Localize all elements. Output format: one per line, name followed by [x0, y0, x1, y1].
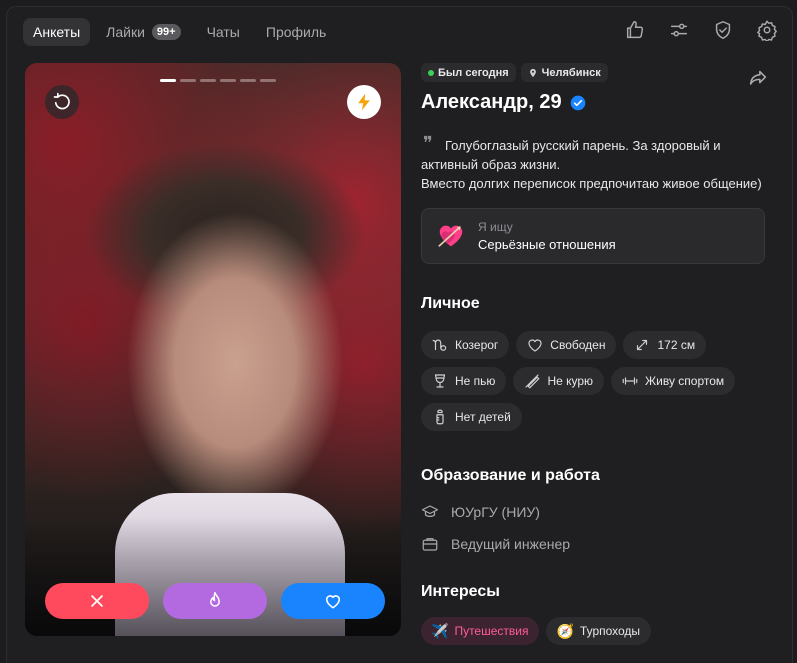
capricorn-icon	[432, 339, 447, 351]
profile-bio: ❞ Голубоглазый русский парень. За здоров…	[421, 133, 771, 193]
status-text: Был сегодня	[438, 66, 509, 79]
tab-profile[interactable]: Профиль	[256, 18, 336, 46]
pill-smoking: Не курю	[513, 367, 605, 395]
pill-height: 172 см	[623, 331, 707, 359]
dumbbell-icon	[622, 377, 638, 385]
heart-outline-icon	[528, 339, 542, 352]
section-title: Образование и работа	[421, 467, 600, 484]
pill-label: Козерог	[455, 338, 499, 352]
photo-dot[interactable]	[180, 79, 196, 82]
photo-dot[interactable]	[160, 79, 176, 82]
profile-name: Александр, 29	[421, 91, 771, 114]
pill-drinking: Не пью	[421, 367, 507, 395]
profile-info-panel: Был сегодня Челябинск Александр, 29 ❞ Го…	[421, 63, 771, 663]
heart-icon	[325, 595, 341, 609]
boost-button[interactable]	[347, 85, 381, 119]
tab-label: Лайки	[106, 24, 145, 40]
tab-ankety[interactable]: Анкеты	[23, 18, 91, 46]
city-text: Челябинск	[541, 66, 601, 79]
pill-label: Путешествия	[454, 624, 529, 638]
pill-label: Нет детей	[455, 410, 511, 424]
airplane-icon: ✈️	[431, 623, 449, 639]
photo-dot[interactable]	[220, 79, 236, 82]
gear-icon[interactable]	[756, 19, 778, 41]
quote-icon: ❞	[423, 133, 433, 154]
section-title: Интересы	[421, 583, 500, 600]
toolbar	[624, 19, 778, 41]
interest-travel[interactable]: ✈️ Путешествия	[421, 617, 540, 645]
thumbs-up-icon[interactable]	[624, 19, 646, 41]
online-dot-icon	[428, 69, 434, 76]
pill-relationship: Свободен	[516, 331, 617, 359]
share-arrow-icon	[749, 70, 767, 85]
heart-arrow-icon	[438, 225, 463, 247]
photo-dot[interactable]	[260, 79, 276, 82]
flame-icon	[210, 591, 220, 607]
city-chip: Челябинск	[520, 63, 608, 82]
pill-label: Турпоходы	[579, 624, 641, 638]
top-nav: Анкеты Лайки 99+ Чаты Профиль	[23, 18, 336, 46]
education-job: Ведущий инженер	[421, 534, 600, 554]
undo-button[interactable]	[45, 85, 79, 119]
pill-label: 172 см	[657, 338, 696, 352]
filters-icon[interactable]	[668, 19, 690, 41]
share-button[interactable]	[747, 67, 769, 89]
no-smoking-icon	[525, 374, 541, 389]
education-university: ЮУрГУ (НИУ)	[421, 502, 600, 522]
location-pin-icon	[529, 68, 536, 77]
superlike-button[interactable]	[163, 583, 267, 619]
photo-dot[interactable]	[240, 79, 256, 82]
briefcase-icon	[422, 538, 438, 551]
tab-label: Чаты	[206, 24, 240, 40]
tab-likes[interactable]: Лайки 99+	[96, 18, 190, 46]
lightning-icon	[358, 93, 370, 111]
pill-label: Не пью	[455, 374, 496, 388]
pill-label: Свободен	[550, 338, 606, 352]
interests-pills: ✈️ Путешествия 🧭 Турпоходы	[421, 617, 771, 645]
status-chips: Был сегодня Челябинск	[421, 63, 771, 82]
bio-line: активный образ жизни.	[421, 157, 561, 172]
pill-zodiac: Козерог	[421, 331, 510, 359]
photo-dot[interactable]	[200, 79, 216, 82]
tab-label: Профиль	[265, 24, 327, 40]
photo-actions	[45, 583, 385, 619]
looking-for-value: Серьёзные отношения	[478, 237, 616, 252]
section-title: Личное	[421, 295, 480, 312]
personal-section: Личное Козерог Свободен 172 см Не пью Не…	[421, 295, 771, 431]
likes-count-badge: 99+	[151, 24, 181, 40]
tab-chats[interactable]: Чаты	[197, 18, 250, 46]
undo-icon	[53, 92, 70, 110]
interests-section: Интересы ✈️ Путешествия 🧭 Турпоходы	[421, 583, 771, 645]
pill-label: Не курю	[547, 374, 594, 388]
shield-check-icon[interactable]	[712, 19, 734, 41]
app-window: Анкеты Лайки 99+ Чаты Профиль Был сегодн…	[6, 6, 793, 663]
interest-hiking[interactable]: 🧭 Турпоходы	[546, 617, 652, 645]
height-arrows-icon	[637, 339, 648, 351]
online-status-chip: Был сегодня	[421, 63, 516, 82]
wine-glass-icon	[434, 374, 446, 388]
dislike-button[interactable]	[45, 583, 149, 619]
bio-line: Вместо долгих переписок предпочитаю живо…	[421, 176, 762, 191]
compass-icon: 🧭	[556, 623, 574, 639]
like-button[interactable]	[281, 583, 385, 619]
tab-label: Анкеты	[33, 24, 81, 40]
university-text: ЮУрГУ (НИУ)	[451, 504, 540, 520]
close-icon	[91, 595, 103, 607]
photo-pagination	[160, 79, 276, 82]
looking-for-text: Я ищу Серьёзные отношения	[478, 220, 616, 252]
baby-bottle-icon	[436, 409, 444, 425]
job-text: Ведущий инженер	[451, 536, 571, 552]
graduation-cap-icon	[421, 505, 439, 518]
looking-for-label: Я ищу	[478, 220, 513, 234]
education-section: Образование и работа ЮУрГУ (НИУ) Ведущий…	[421, 467, 600, 554]
looking-for-card: Я ищу Серьёзные отношения	[421, 208, 765, 264]
verified-badge-icon	[570, 95, 585, 110]
bio-line: Голубоглазый русский парень. За здоровый…	[445, 138, 721, 153]
profile-photo[interactable]	[25, 63, 401, 636]
name-text: Александр, 29	[421, 91, 562, 113]
personal-pills: Козерог Свободен 172 см Не пью Не курю Ж…	[421, 331, 771, 431]
pill-children: Нет детей	[421, 403, 522, 431]
pill-sport: Живу спортом	[611, 367, 736, 395]
pill-label: Живу спортом	[645, 374, 725, 388]
